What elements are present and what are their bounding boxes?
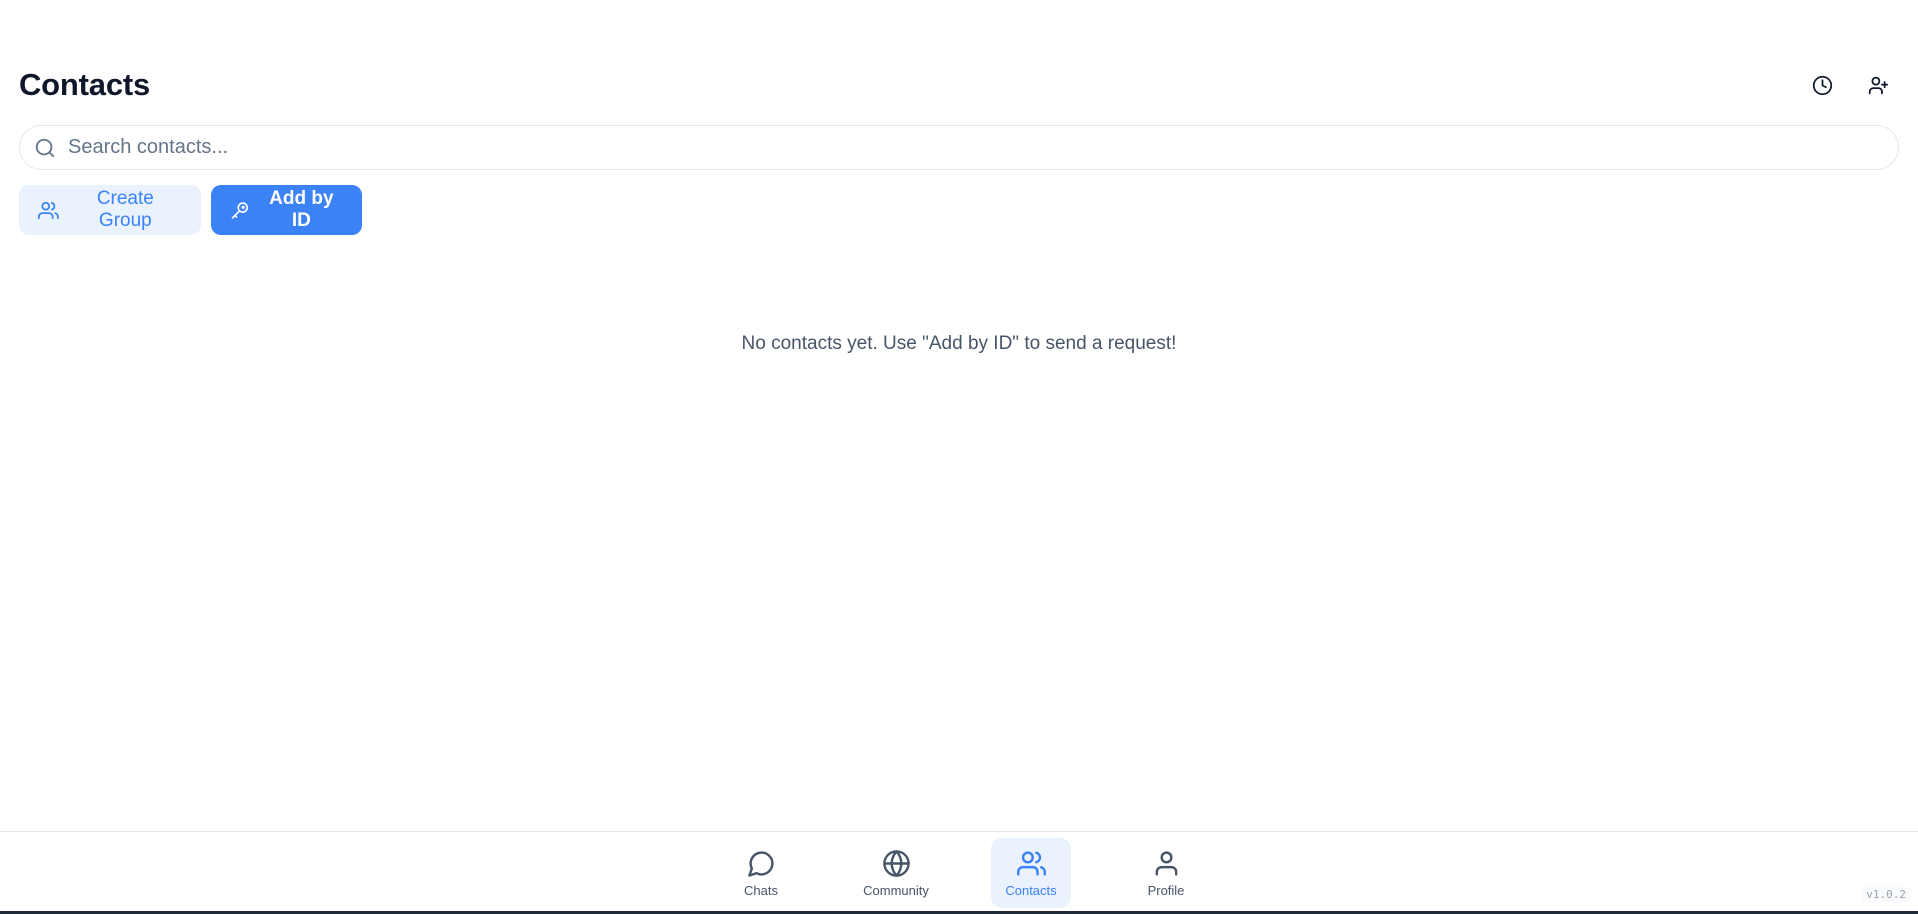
clock-icon: [1812, 75, 1832, 95]
page-title: Contacts: [19, 67, 151, 102]
chat-bubble-icon: [747, 850, 774, 877]
empty-state-message: No contacts yet. Use "Add by ID" to send…: [741, 333, 1177, 354]
nav-item-profile[interactable]: Profile: [1126, 838, 1206, 908]
add-by-id-label: Add by ID: [269, 188, 334, 231]
add-contact-button[interactable]: [1857, 64, 1899, 106]
search-input[interactable]: [68, 136, 1868, 159]
add-by-id-button[interactable]: Add by ID: [211, 185, 362, 235]
key-icon: [231, 201, 249, 219]
nav-item-label: Contacts: [1005, 882, 1057, 898]
search-icon: [35, 138, 55, 157]
create-group-button[interactable]: Create Group: [19, 185, 201, 235]
bottom-nav-items: Chats Community Contacts Profile: [721, 838, 1206, 908]
version-badge: v1.0.2: [1862, 887, 1910, 902]
create-group-label: Create Group: [96, 188, 154, 231]
users-icon: [1016, 850, 1046, 876]
nav-item-label: Profile: [1147, 882, 1185, 898]
user-plus-icon: [1868, 76, 1888, 94]
user-icon: [1155, 850, 1177, 876]
nav-item-contacts[interactable]: Contacts: [991, 838, 1071, 908]
search-bar: [19, 125, 1899, 170]
users-icon: [38, 201, 59, 219]
action-buttons: Create Group Add by ID: [19, 185, 362, 235]
header-actions: [1801, 64, 1899, 106]
globe-icon: [882, 849, 910, 877]
nav-item-label: Community: [863, 882, 929, 898]
bottom-nav: Chats Community Contacts Profile: [0, 831, 1918, 914]
nav-item-community[interactable]: Community: [856, 838, 936, 908]
page-header: Contacts: [19, 62, 1899, 108]
nav-item-chats[interactable]: Chats: [721, 838, 801, 908]
app-root: Contacts Search contacts... Create Group…: [0, 0, 1918, 914]
nav-item-label: Chats: [744, 882, 778, 898]
history-button[interactable]: [1801, 64, 1843, 106]
